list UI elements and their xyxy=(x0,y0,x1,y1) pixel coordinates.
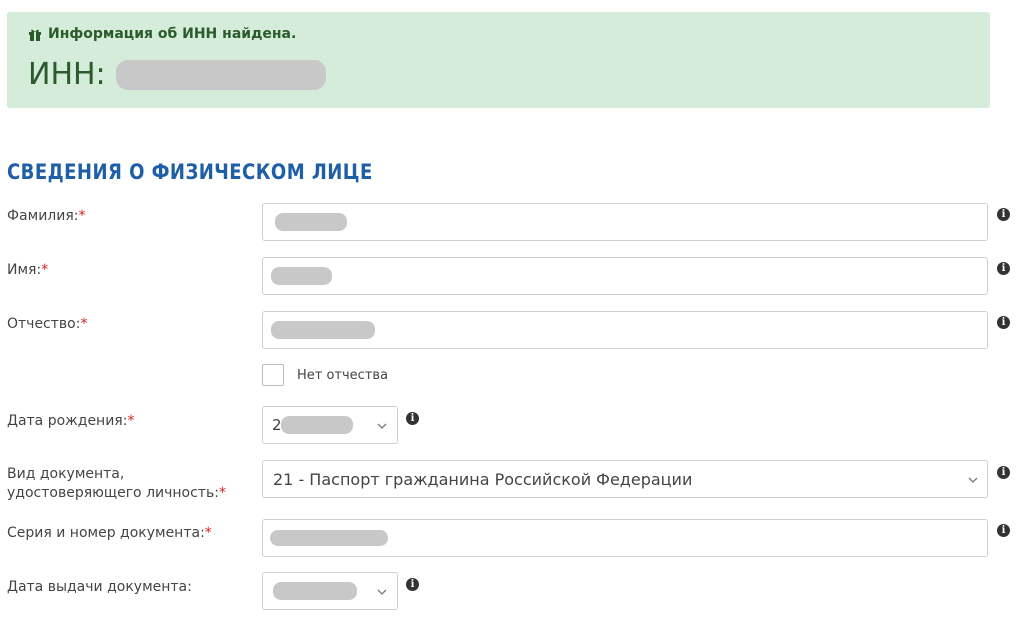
doc-number-label: Серия и номер документа:* xyxy=(7,525,212,541)
doc-type-label: Вид документа, удостоверяющего личность:… xyxy=(7,466,226,501)
info-icon[interactable]: i xyxy=(997,262,1010,275)
patronymic-input[interactable] xyxy=(262,311,988,349)
patronymic-label: Отчество:* xyxy=(7,316,88,332)
no-patronymic-label[interactable]: Нет отчества xyxy=(297,368,388,383)
chevron-down-icon xyxy=(377,423,387,429)
doc-type-value: 21 - Паспорт гражданина Российской Федер… xyxy=(273,470,693,489)
patronymic-value-redacted xyxy=(271,321,375,339)
info-icon[interactable]: i xyxy=(406,412,419,425)
gift-icon xyxy=(29,29,41,41)
name-value-redacted xyxy=(271,267,332,285)
info-icon[interactable]: i xyxy=(997,208,1010,221)
info-icon[interactable]: i xyxy=(997,316,1010,329)
doc-number-value-redacted xyxy=(270,530,388,546)
chevron-down-icon xyxy=(968,477,978,483)
inn-value-redacted xyxy=(115,59,326,90)
info-icon[interactable]: i xyxy=(406,578,419,591)
inn-label: ИНН: xyxy=(28,57,106,92)
alert-heading-text: Информация об ИНН найдена. xyxy=(48,26,297,42)
no-patronymic-checkbox[interactable] xyxy=(262,364,284,386)
surname-value-redacted xyxy=(275,213,347,231)
chevron-down-icon xyxy=(377,589,387,595)
surname-input[interactable] xyxy=(262,203,988,241)
surname-label: Фамилия:* xyxy=(7,208,86,224)
inn-found-alert: Информация об ИНН найдена. ИНН: xyxy=(7,12,990,108)
name-input[interactable] xyxy=(262,257,988,295)
birth-date-select[interactable]: 2 xyxy=(262,406,398,444)
info-icon[interactable]: i xyxy=(997,466,1010,479)
alert-heading: Информация об ИНН найдена. xyxy=(28,26,296,42)
doc-number-input[interactable] xyxy=(262,519,988,557)
issue-date-value-redacted xyxy=(273,582,357,600)
name-label: Имя:* xyxy=(7,262,49,278)
section-title: СВЕДЕНИЯ О ФИЗИЧЕСКОМ ЛИЦЕ xyxy=(7,160,373,184)
issue-date-label: Дата выдачи документа: xyxy=(7,579,192,595)
inn-row: ИНН: xyxy=(28,57,326,92)
doc-type-select[interactable]: 21 - Паспорт гражданина Российской Федер… xyxy=(262,460,988,498)
issue-date-select[interactable] xyxy=(262,572,398,610)
birth-date-label: Дата рождения:* xyxy=(7,413,135,429)
birth-date-value-redacted xyxy=(281,416,353,434)
info-icon[interactable]: i xyxy=(997,524,1010,537)
